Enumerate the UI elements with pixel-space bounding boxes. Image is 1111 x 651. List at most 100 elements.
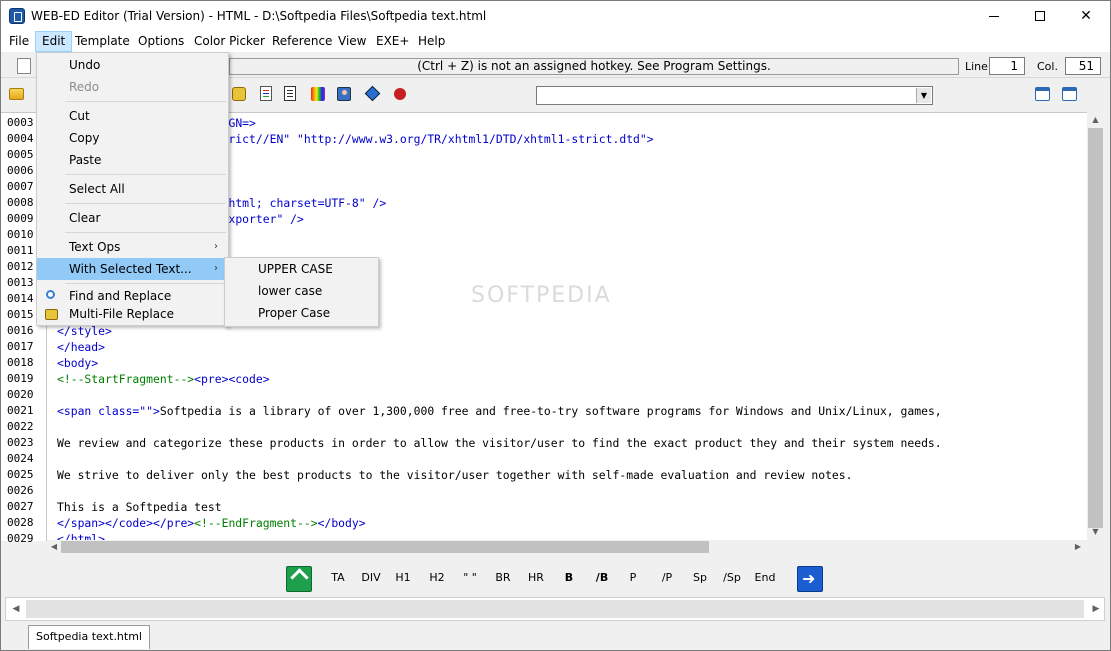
menu-item-multi-file-replace[interactable]: Multi-File Replace	[37, 303, 228, 325]
tag-b-close-button[interactable]: /B	[592, 569, 612, 587]
menu-item-select-all[interactable]: Select All	[37, 178, 228, 200]
menu-item-clear[interactable]: Clear	[37, 207, 228, 229]
tag-end-button[interactable]: End	[752, 569, 778, 587]
col-field[interactable]: 51	[1065, 57, 1101, 75]
code-token: We strive to deliver only the best produ…	[57, 468, 853, 482]
menu-item-multi-file-replace-label: Multi-File Replace	[69, 307, 175, 321]
tag-p-close-button[interactable]: /P	[658, 569, 676, 587]
search-toolbar-button[interactable]	[229, 84, 249, 104]
menu-view[interactable]: View	[332, 31, 372, 52]
lower-scroll-left-icon[interactable]: ◀	[8, 600, 24, 618]
scroll-left-icon[interactable]: ◀	[47, 539, 61, 555]
scroll-down-icon[interactable]: ▼	[1087, 524, 1104, 540]
vertical-scroll-thumb[interactable]	[1088, 128, 1103, 528]
tag-h1-button[interactable]: H1	[393, 569, 413, 587]
lower-scroll-right-icon[interactable]: ▶	[1088, 600, 1104, 618]
previous-tag-button[interactable]	[286, 566, 312, 592]
tag-div-button[interactable]: DIV	[358, 569, 384, 587]
line-number: 0025	[7, 468, 34, 481]
title-bar: WEB-ED Editor (Trial Version) - HTML - D…	[1, 1, 1110, 31]
tag-br-button[interactable]: BR	[492, 569, 514, 587]
menu-item-lower-case[interactable]: lower case	[225, 280, 378, 302]
line-number: 0027	[7, 500, 34, 513]
line-field[interactable]: 1	[989, 57, 1025, 75]
line-number: 0023	[7, 436, 34, 449]
menu-item-with-selected-text[interactable]: With Selected Text... ›	[37, 258, 228, 280]
color-picker-button[interactable]	[308, 84, 328, 104]
bug-icon	[394, 88, 406, 100]
open-folder-button[interactable]	[7, 84, 27, 104]
tag-hr-button[interactable]: HR	[525, 569, 547, 587]
line-number: 0026	[7, 484, 34, 497]
menu-item-proper-case[interactable]: Proper Case	[225, 302, 378, 324]
menu-item-paste[interactable]: Paste	[37, 149, 228, 171]
scroll-up-icon[interactable]: ▲	[1087, 112, 1104, 128]
menu-item-copy[interactable]: Copy	[37, 127, 228, 149]
panel-left-icon[interactable]	[1035, 87, 1050, 101]
menu-reference[interactable]: Reference	[266, 31, 338, 52]
horizontal-scrollbar[interactable]: ◀ ▶	[47, 540, 1087, 554]
tag-sp-close-button[interactable]: /Sp	[719, 569, 745, 587]
line-number: 0009	[7, 212, 34, 225]
tab-softpedia-text[interactable]: Softpedia text.html	[28, 625, 150, 649]
horizontal-scroll-thumb[interactable]	[61, 541, 709, 553]
tag-ta-button[interactable]: TA	[327, 569, 349, 587]
lower-scroll-track[interactable]	[26, 600, 1084, 618]
menu-file[interactable]: File	[3, 31, 35, 52]
diamond-button[interactable]	[363, 84, 383, 104]
tag-bar: TA DIV H1 H2 " " BR HR B /B P /P Sp /Sp …	[1, 561, 1110, 595]
code-line[interactable]: We review and categorize these products …	[57, 435, 942, 451]
line-number: 0013	[7, 276, 34, 289]
tag-b-button[interactable]: B	[562, 569, 576, 587]
menu-item-text-ops[interactable]: Text Ops ›	[37, 236, 228, 258]
tag-sp-button[interactable]: Sp	[689, 569, 711, 587]
tag-h2-button[interactable]: H2	[427, 569, 447, 587]
menu-separator	[65, 203, 226, 204]
code-line[interactable]: <!--StartFragment--><pre><code>	[57, 371, 270, 387]
menu-separator	[65, 101, 226, 102]
menu-help[interactable]: Help	[412, 31, 451, 52]
menu-color-picker[interactable]: Color Picker	[188, 31, 271, 52]
rainbow-icon	[311, 87, 325, 101]
code-token: <body>	[57, 356, 99, 370]
panel-right-icon[interactable]	[1062, 87, 1077, 101]
code-line[interactable]: </head>	[57, 339, 105, 355]
code-line[interactable]: </span></code></pre><!--EndFragment--></…	[57, 515, 366, 531]
menu-item-undo[interactable]: Undo	[37, 54, 228, 76]
menu-template[interactable]: Template	[69, 31, 136, 52]
code-line[interactable]: <span class="">Softpedia is a library of…	[57, 403, 942, 419]
maximize-icon	[1035, 11, 1045, 21]
toolbar-combo[interactable]: ▼	[536, 86, 933, 105]
line-number: 0012	[7, 260, 34, 273]
menu-item-redo[interactable]: Redo	[37, 76, 228, 98]
next-tag-button[interactable]	[797, 566, 823, 592]
menu-separator	[65, 174, 226, 175]
close-button[interactable]: ✕	[1063, 1, 1109, 31]
hint-indicator	[17, 58, 31, 74]
code-line[interactable]: <body>	[57, 355, 98, 371]
colored-document-icon	[260, 86, 272, 101]
menu-edit[interactable]: Edit	[35, 31, 73, 52]
debug-button[interactable]	[390, 84, 410, 104]
lower-scrollbar[interactable]: ◀ ▶	[5, 597, 1105, 621]
vertical-scrollbar[interactable]: ▲ ▼	[1087, 112, 1104, 540]
code-line[interactable]: This is a Softpedia test	[57, 499, 222, 515]
maximize-button[interactable]	[1017, 1, 1063, 31]
menu-exe-plus[interactable]: EXE+	[370, 31, 415, 52]
minimize-button[interactable]	[971, 1, 1017, 31]
scroll-right-icon[interactable]: ▶	[1071, 539, 1085, 555]
document-color-button[interactable]	[256, 84, 276, 104]
menu-item-upper-case[interactable]: UPPER CASE	[225, 258, 378, 280]
code-token: This is a Softpedia test	[57, 500, 222, 514]
menu-item-cut[interactable]: Cut	[37, 105, 228, 127]
user-button[interactable]	[334, 84, 354, 104]
menu-options[interactable]: Options	[132, 31, 190, 52]
document-button[interactable]	[280, 84, 300, 104]
tag-p-button[interactable]: P	[626, 569, 640, 587]
code-token: </span></code></pre>	[57, 516, 195, 530]
code-token: <pre><code>	[194, 372, 270, 386]
chevron-down-icon[interactable]: ▼	[916, 88, 931, 103]
tag-quotes-button[interactable]: " "	[459, 569, 481, 587]
code-line[interactable]: We strive to deliver only the best produ…	[57, 467, 853, 483]
case-submenu: UPPER CASE lower case Proper Case	[224, 257, 379, 327]
